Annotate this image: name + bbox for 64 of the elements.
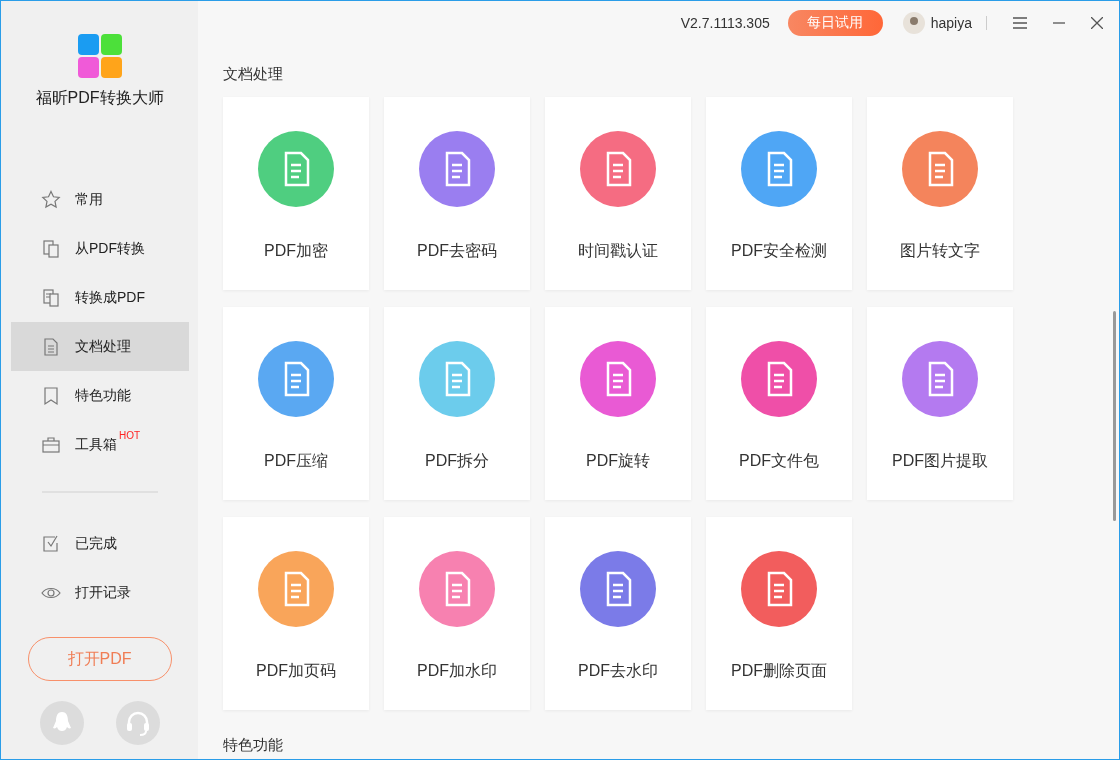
- sidebar-item-label: 工具箱: [75, 435, 117, 454]
- tool-card[interactable]: PDF加页码: [223, 517, 369, 710]
- close-icon[interactable]: [1091, 17, 1103, 29]
- tool-label: PDF文件包: [739, 451, 819, 471]
- sidebar-item[interactable]: 已完成: [11, 519, 189, 568]
- tool-card[interactable]: PDF去密码: [384, 97, 530, 290]
- tool-card[interactable]: PDF图片提取: [867, 307, 1013, 500]
- document-icon: [41, 238, 61, 259]
- sidebar-item[interactable]: 特色功能: [11, 371, 189, 420]
- headset-icon[interactable]: [115, 701, 160, 745]
- app-name: 福昕PDF转换大师: [35, 88, 164, 108]
- tool-label: PDF加密: [264, 241, 328, 261]
- tool-label: PDF旋转: [586, 451, 650, 471]
- tool-card[interactable]: PDF加水印: [384, 517, 530, 710]
- sidebar-item-label: 已完成: [75, 534, 117, 553]
- checkbox-icon: [41, 533, 61, 554]
- minimize-icon[interactable]: [1053, 22, 1065, 24]
- sidebar-item[interactable]: 从PDF转换: [11, 224, 189, 273]
- user-name[interactable]: hapiya: [930, 15, 972, 31]
- tool-label: PDF安全检测: [731, 241, 827, 261]
- toolbox-icon: [41, 434, 61, 455]
- tool-label: PDF压缩: [264, 451, 328, 471]
- document-icon: [41, 287, 61, 308]
- tool-card[interactable]: 时间戳认证: [545, 97, 691, 290]
- tool-label: PDF去水印: [578, 661, 658, 681]
- tool-label: PDF删除页面: [731, 661, 827, 681]
- scrollbar-thumb[interactable]: [1113, 311, 1116, 521]
- tool-label: PDF加水印: [417, 661, 497, 681]
- section-title: 特色功能: [223, 736, 284, 755]
- sidebar-item[interactable]: 转换成PDF: [11, 273, 189, 322]
- menu-icon[interactable]: [1013, 17, 1027, 29]
- sidebar-item[interactable]: 打开记录: [11, 568, 189, 617]
- tool-card[interactable]: PDF旋转: [545, 307, 691, 500]
- tool-label: PDF去密码: [417, 241, 497, 261]
- tool-card[interactable]: PDF加密: [223, 97, 369, 290]
- bookmark-icon: [41, 385, 61, 406]
- sidebar-item[interactable]: 文档处理: [11, 322, 189, 371]
- tool-label: PDF加页码: [256, 661, 336, 681]
- hot-label: HOT: [119, 430, 141, 441]
- sidebar-item-label: 从PDF转换: [75, 239, 145, 258]
- sidebar-item-label: 文档处理: [75, 337, 131, 356]
- tool-card[interactable]: PDF文件包: [706, 307, 852, 500]
- star-icon: [41, 189, 61, 210]
- section-title: 文档处理: [223, 65, 284, 84]
- penguin-icon[interactable]: [39, 701, 84, 745]
- tool-label: PDF拆分: [425, 451, 489, 471]
- tool-card[interactable]: PDF去水印: [545, 517, 691, 710]
- sidebar-item-label: 常用: [75, 190, 103, 209]
- document-icon: [41, 336, 61, 357]
- tool-card[interactable]: PDF删除页面: [706, 517, 852, 710]
- version-text: V2.7.1113.305: [680, 15, 770, 31]
- sidebar-item-label: 打开记录: [75, 583, 131, 602]
- tool-card[interactable]: PDF安全检测: [706, 97, 852, 290]
- tool-card[interactable]: PDF拆分: [384, 307, 530, 500]
- tool-label: 图片转文字: [900, 241, 980, 261]
- tool-card[interactable]: PDF压缩: [223, 307, 369, 500]
- app-logo-icon: [77, 34, 122, 78]
- sidebar-item-label: 转换成PDF: [75, 288, 145, 307]
- sidebar-item[interactable]: 常用: [11, 175, 189, 224]
- avatar-icon[interactable]: [902, 12, 925, 34]
- tool-label: PDF图片提取: [892, 451, 988, 471]
- tool-card[interactable]: 图片转文字: [867, 97, 1013, 290]
- tool-label: 时间戳认证: [578, 241, 658, 261]
- sidebar-item-label: 特色功能: [75, 386, 131, 405]
